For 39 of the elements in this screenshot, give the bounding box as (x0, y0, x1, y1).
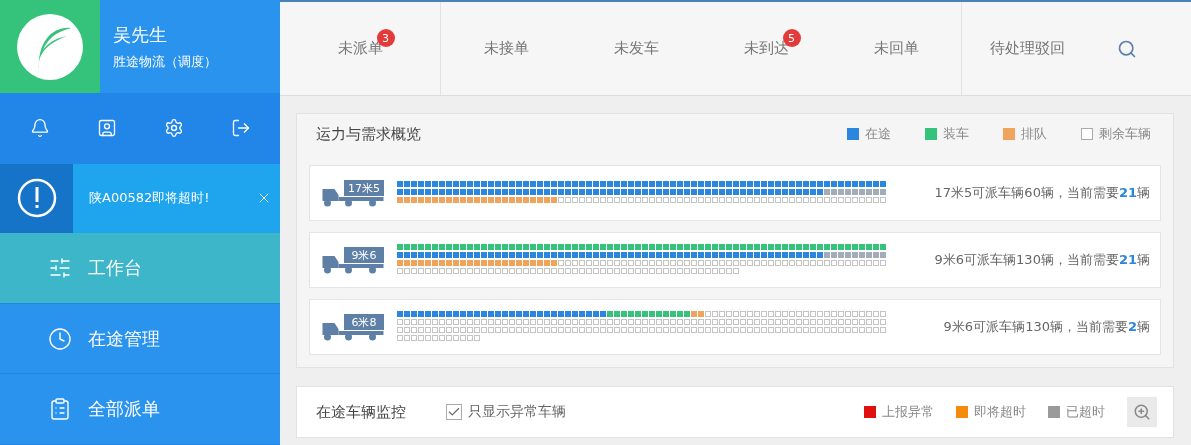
capacity-summary: 17米5可派车辆60辆，当前需要21辆 (933, 184, 1150, 202)
contact-icon[interactable] (96, 118, 117, 139)
tab[interactable]: 待处理驳回 (961, 2, 1092, 95)
zoom-in-button[interactable] (1127, 397, 1157, 427)
truck-size-label: 17米5 (344, 180, 384, 196)
alert-icon (16, 178, 57, 219)
legend-item: 上报异常 (864, 403, 934, 421)
clock-icon (48, 326, 72, 351)
logo-icon (15, 11, 85, 82)
panel-title: 在途车辆监控 (316, 402, 406, 422)
menu-item[interactable]: 工作台 (0, 233, 280, 304)
tab[interactable]: 未发车 (571, 2, 701, 95)
company-name: 胜途物流（调度） (113, 52, 218, 71)
panel-title: 运力与需求概览 (315, 124, 422, 144)
tab[interactable]: 未接单 (440, 2, 571, 95)
check-icon (447, 405, 461, 419)
checkbox-label: 只显示异常车辆 (468, 403, 566, 421)
bell-icon[interactable] (29, 118, 50, 139)
tab[interactable]: 未回单 (831, 2, 961, 95)
legend-swatch (1081, 128, 1093, 140)
settings-icon[interactable] (163, 118, 184, 139)
zoom-in-icon (1133, 403, 1151, 421)
user-name: 吴先生 (113, 22, 168, 47)
checkbox[interactable] (446, 404, 462, 420)
truck-size-label: 9米6 (344, 247, 384, 263)
legend-item: 装车 (925, 125, 969, 143)
truck-size-label: 6米8 (344, 314, 384, 330)
clipboard-icon (48, 397, 72, 422)
search-icon[interactable] (1117, 38, 1137, 59)
sliders-icon (48, 256, 72, 281)
legend-item: 剩余车辆 (1081, 125, 1151, 143)
legend-item: 即将超时 (956, 403, 1026, 421)
alert-message: 陕A00582即将超时! (88, 189, 211, 208)
legend-item: 在途 (847, 125, 891, 143)
legend-item: 排队 (1003, 125, 1047, 143)
capacity-summary: 9米6可派车辆130辆，当前需要2辆 (942, 318, 1150, 336)
legend-item: 已超时 (1048, 403, 1105, 421)
logout-icon[interactable] (230, 118, 251, 139)
capacity-summary: 9米6可派车辆130辆，当前需要21辆 (933, 251, 1150, 269)
